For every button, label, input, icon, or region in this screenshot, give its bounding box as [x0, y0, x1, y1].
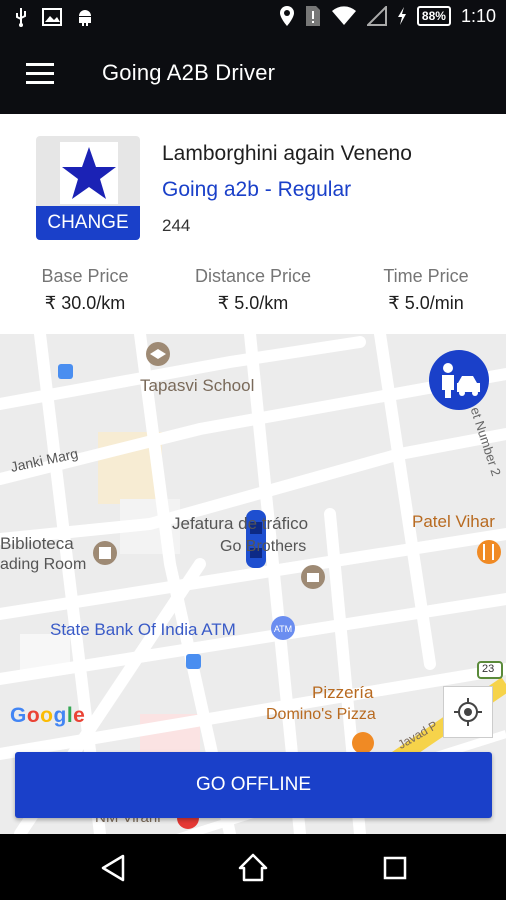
- time-price-label: Time Price: [383, 266, 469, 286]
- svg-text:ATM: ATM: [274, 624, 292, 634]
- go-offline-button[interactable]: GO OFFLINE: [15, 752, 492, 818]
- map-label-dominos: Domino's Pizza: [266, 706, 376, 723]
- app-title: Going A2B Driver: [102, 60, 276, 85]
- time-price-value: ₹ 5.0/min: [388, 293, 464, 313]
- map-label-route: 23: [482, 663, 495, 675]
- usb-icon: [16, 8, 26, 27]
- sim-alert-icon: [305, 6, 320, 26]
- base-price-value: ₹ 30.0/km: [44, 293, 126, 313]
- charging-icon: [397, 7, 406, 25]
- android-icon: [79, 10, 91, 26]
- signal-icon: [366, 6, 387, 26]
- navigation-bar: [0, 834, 506, 900]
- app-bar: Going A2B Driver: [0, 36, 506, 114]
- distance-price-label: Distance Price: [194, 266, 312, 286]
- status-time: 1:10: [460, 5, 496, 26]
- map-label-jefatura: Jefatura de tráfico: [172, 514, 309, 533]
- system-icons: 88% 1:10: [279, 5, 496, 27]
- vehicle-number: 244: [162, 216, 191, 235]
- home-icon[interactable]: [238, 852, 268, 882]
- change-vehicle-button[interactable]: CHANGE: [36, 206, 140, 240]
- map-label-reading: ading Room: [0, 556, 87, 573]
- recents-icon[interactable]: [383, 856, 407, 880]
- google-logo: Google: [10, 704, 86, 727]
- wifi-icon: [331, 6, 356, 26]
- battery-level: 88%: [416, 6, 451, 26]
- service-type: Going a2b - Regular: [162, 178, 352, 201]
- distance-price: Distance Price ₹ 5.0/km: [168, 266, 338, 314]
- location-icon: [279, 6, 294, 26]
- map-label-patel: Patel Vihar: [412, 512, 495, 531]
- map-label-brothers: Go Brothers: [220, 538, 307, 555]
- menu-icon[interactable]: [26, 63, 54, 85]
- taxi-mode-button[interactable]: [429, 350, 489, 410]
- crosshair-icon: [454, 698, 482, 726]
- vehicle-image: CHANGE: [36, 136, 140, 240]
- image-icon: [42, 8, 62, 26]
- my-location-button[interactable]: [443, 686, 493, 738]
- vehicle-card: CHANGE Lamborghini again Veneno Going a2…: [0, 114, 506, 334]
- taxi-driver-icon: [442, 363, 480, 398]
- time-price: Time Price ₹ 5.0/min: [341, 266, 506, 314]
- status-bar: 88% 1:10: [0, 0, 506, 36]
- base-price: Base Price ₹ 30.0/km: [0, 266, 170, 314]
- star-icon: [62, 147, 116, 199]
- back-icon[interactable]: [100, 854, 126, 882]
- map-label-tapasvi: Tapasvi School: [140, 376, 255, 395]
- base-price-label: Base Price: [41, 266, 129, 286]
- distance-price-value: ₹ 5.0/km: [217, 293, 289, 313]
- map-label-sbi: State Bank Of India ATM: [50, 620, 236, 639]
- map-label-pizzeria: Pizzería: [312, 683, 374, 702]
- map-label-biblioteca: Biblioteca: [0, 534, 74, 553]
- vehicle-name: Lamborghini again Veneno: [162, 142, 412, 165]
- notification-icons: [14, 7, 94, 27]
